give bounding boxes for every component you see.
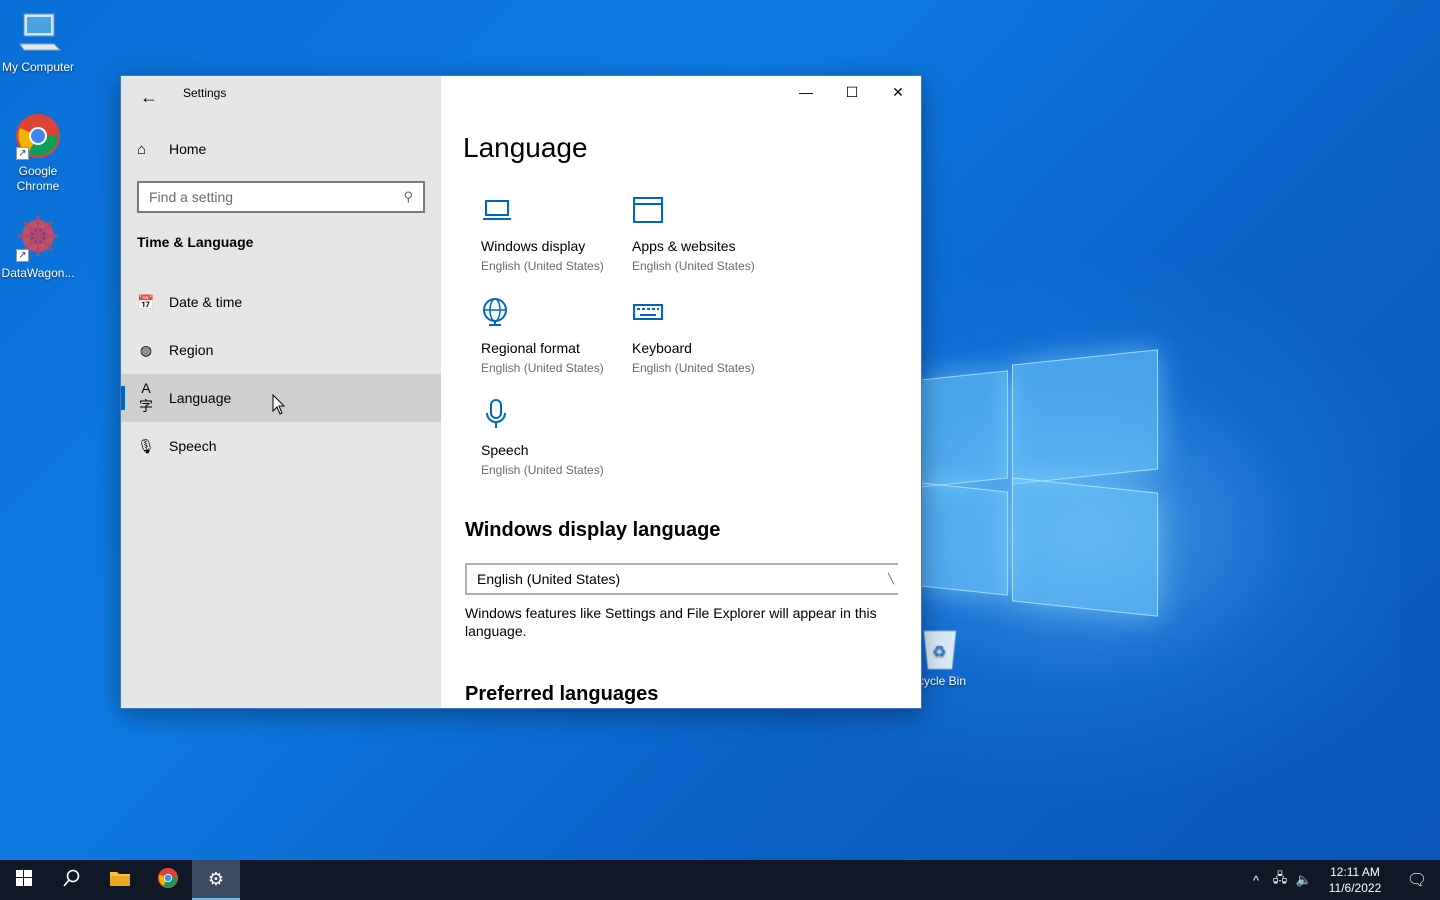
tile-regional-format[interactable]: Regional format English (United States) [481, 296, 631, 375]
main-content: — ☐ ✕ Language Windows display English (… [441, 76, 921, 708]
settings-window: ← Settings ⌂ Home ⚲ Time & Language 📅 Da… [120, 75, 922, 709]
chevron-down-icon: ╲ [887, 573, 894, 585]
tile-sub: English (United States) [481, 259, 604, 273]
file-explorer-button[interactable] [96, 860, 144, 900]
tile-speech[interactable]: Speech English (United States) [481, 398, 631, 477]
home-label: Home [169, 141, 207, 157]
desktop-icon-my-computer[interactable]: My Computer [0, 8, 76, 75]
tile-name: Regional format [481, 340, 580, 356]
search-box: ⚲ [137, 181, 425, 213]
chevron-up-icon[interactable]: ^ [1244, 873, 1268, 888]
desktop-icon-label: Google Chrome [16, 164, 60, 193]
minimize-icon: — [799, 84, 813, 100]
sidebar-nav: 📅 Date & time ◍ Region A字 Language 🎙 Spe… [121, 278, 441, 470]
home-link[interactable]: ⌂ Home [137, 136, 206, 162]
keyboard-icon [632, 296, 782, 332]
maximize-button[interactable]: ☐ [829, 76, 875, 108]
search-icon [63, 869, 81, 892]
window-icon [632, 194, 782, 230]
sidebar-item-speech[interactable]: 🎙 Speech [121, 422, 441, 470]
tile-name: Keyboard [632, 340, 692, 356]
minimize-button[interactable]: — [783, 76, 829, 108]
display-language-description: Windows features like Settings and File … [465, 605, 877, 639]
tile-name: Speech [481, 442, 529, 458]
shortcut-arrow-icon: ↗ [16, 147, 29, 160]
tile-sub: English (United States) [632, 259, 755, 273]
network-icon[interactable]: 🖧 [1268, 869, 1292, 891]
close-icon: ✕ [892, 83, 904, 100]
section-title: Time & Language [137, 234, 254, 250]
tile-name: Apps & websites [632, 238, 736, 254]
system-tray: ^ 🖧 🔈 12:11 AM 11/6/2022 🗨 [1244, 860, 1440, 900]
folder-icon [109, 869, 131, 892]
globe-icon: ◍ [139, 341, 153, 358]
sidebar-item-region[interactable]: ◍ Region [121, 326, 441, 374]
recycle-bin-label: cycle Bin [918, 674, 967, 688]
windows-logo-wallpaper [920, 345, 1160, 617]
window-title: Settings [183, 86, 227, 100]
clock[interactable]: 12:11 AM 11/6/2022 [1320, 864, 1390, 896]
search-input[interactable] [149, 189, 389, 205]
home-icon: ⌂ [137, 140, 147, 158]
sidebar-item-label: Language [169, 390, 232, 406]
tile-keyboard[interactable]: Keyboard English (United States) [632, 296, 782, 375]
sidebar-item-label: Date & time [169, 294, 243, 310]
shortcut-arrow-icon: ↗ [16, 249, 29, 262]
gear-icon: ⚙ [207, 868, 225, 889]
sidebar-item-label: Speech [169, 438, 217, 454]
language-icon: A字 [139, 380, 153, 414]
clock-time: 12:11 AM [1330, 865, 1380, 879]
chrome-taskbar-button[interactable] [144, 860, 192, 900]
back-arrow-icon: ← [140, 86, 158, 107]
desktop-icon-google-chrome[interactable]: ↗ Google Chrome [0, 112, 76, 194]
sidebar-item-label: Region [169, 342, 214, 358]
recycle-bin-icon: ♻ [920, 625, 978, 674]
computer-icon [14, 8, 62, 56]
globe-icon [481, 296, 631, 332]
search-icon[interactable]: ⚲ [403, 189, 413, 205]
settings-taskbar-button[interactable]: ⚙ [192, 860, 240, 900]
tile-sub: English (United States) [481, 463, 604, 477]
close-button[interactable]: ✕ [875, 76, 921, 108]
display-language-heading: Windows display language [465, 519, 721, 541]
start-button[interactable] [0, 860, 48, 900]
taskbar: ⚙ ^ 🖧 🔈 12:11 AM 11/6/2022 🗨 [0, 860, 1440, 900]
notification-icon[interactable]: 🗨 [1394, 870, 1440, 890]
maximize-icon: ☐ [845, 83, 859, 100]
page-title: Language [463, 132, 588, 163]
mouse-cursor-icon [272, 393, 286, 421]
desktop-icon-recycle-bin[interactable]: ♻ cycle Bin [918, 625, 978, 688]
sidebar: ← Settings ⌂ Home ⚲ Time & Language 📅 Da… [121, 76, 441, 708]
desktop-icon-label: DataWagon... [1, 266, 75, 280]
microphone-icon [481, 398, 631, 434]
windows-start-icon [16, 869, 32, 891]
tile-windows-display[interactable]: Windows display English (United States) [481, 194, 631, 273]
back-button[interactable]: ← [133, 82, 165, 112]
sidebar-item-date-time[interactable]: 📅 Date & time [121, 278, 441, 326]
search-button[interactable] [48, 860, 96, 900]
chrome-icon: ↗ [14, 112, 62, 160]
svg-text:♻: ♻ [932, 642, 946, 661]
tile-sub: English (United States) [632, 361, 755, 375]
clock-date: 11/6/2022 [1328, 881, 1382, 895]
datawagon-icon: ↗ [14, 214, 62, 262]
tile-apps-websites[interactable]: Apps & websites English (United States) [632, 194, 782, 273]
display-language-dropdown[interactable]: English (United States) ╲ [465, 563, 898, 595]
preferred-languages-heading: Preferred languages [465, 683, 659, 705]
tile-name: Windows display [481, 238, 586, 254]
desktop-icon-label: My Computer [1, 60, 75, 74]
volume-icon[interactable]: 🔈 [1292, 872, 1316, 888]
chrome-icon [157, 867, 179, 894]
microphone-icon: 🎙 [137, 437, 155, 454]
tile-sub: English (United States) [481, 361, 604, 375]
dropdown-value: English (United States) [477, 571, 621, 587]
laptop-icon [481, 194, 631, 230]
calendar-clock-icon: 📅 [137, 293, 155, 310]
desktop-icon-datawagon[interactable]: ↗ DataWagon... [0, 214, 76, 281]
